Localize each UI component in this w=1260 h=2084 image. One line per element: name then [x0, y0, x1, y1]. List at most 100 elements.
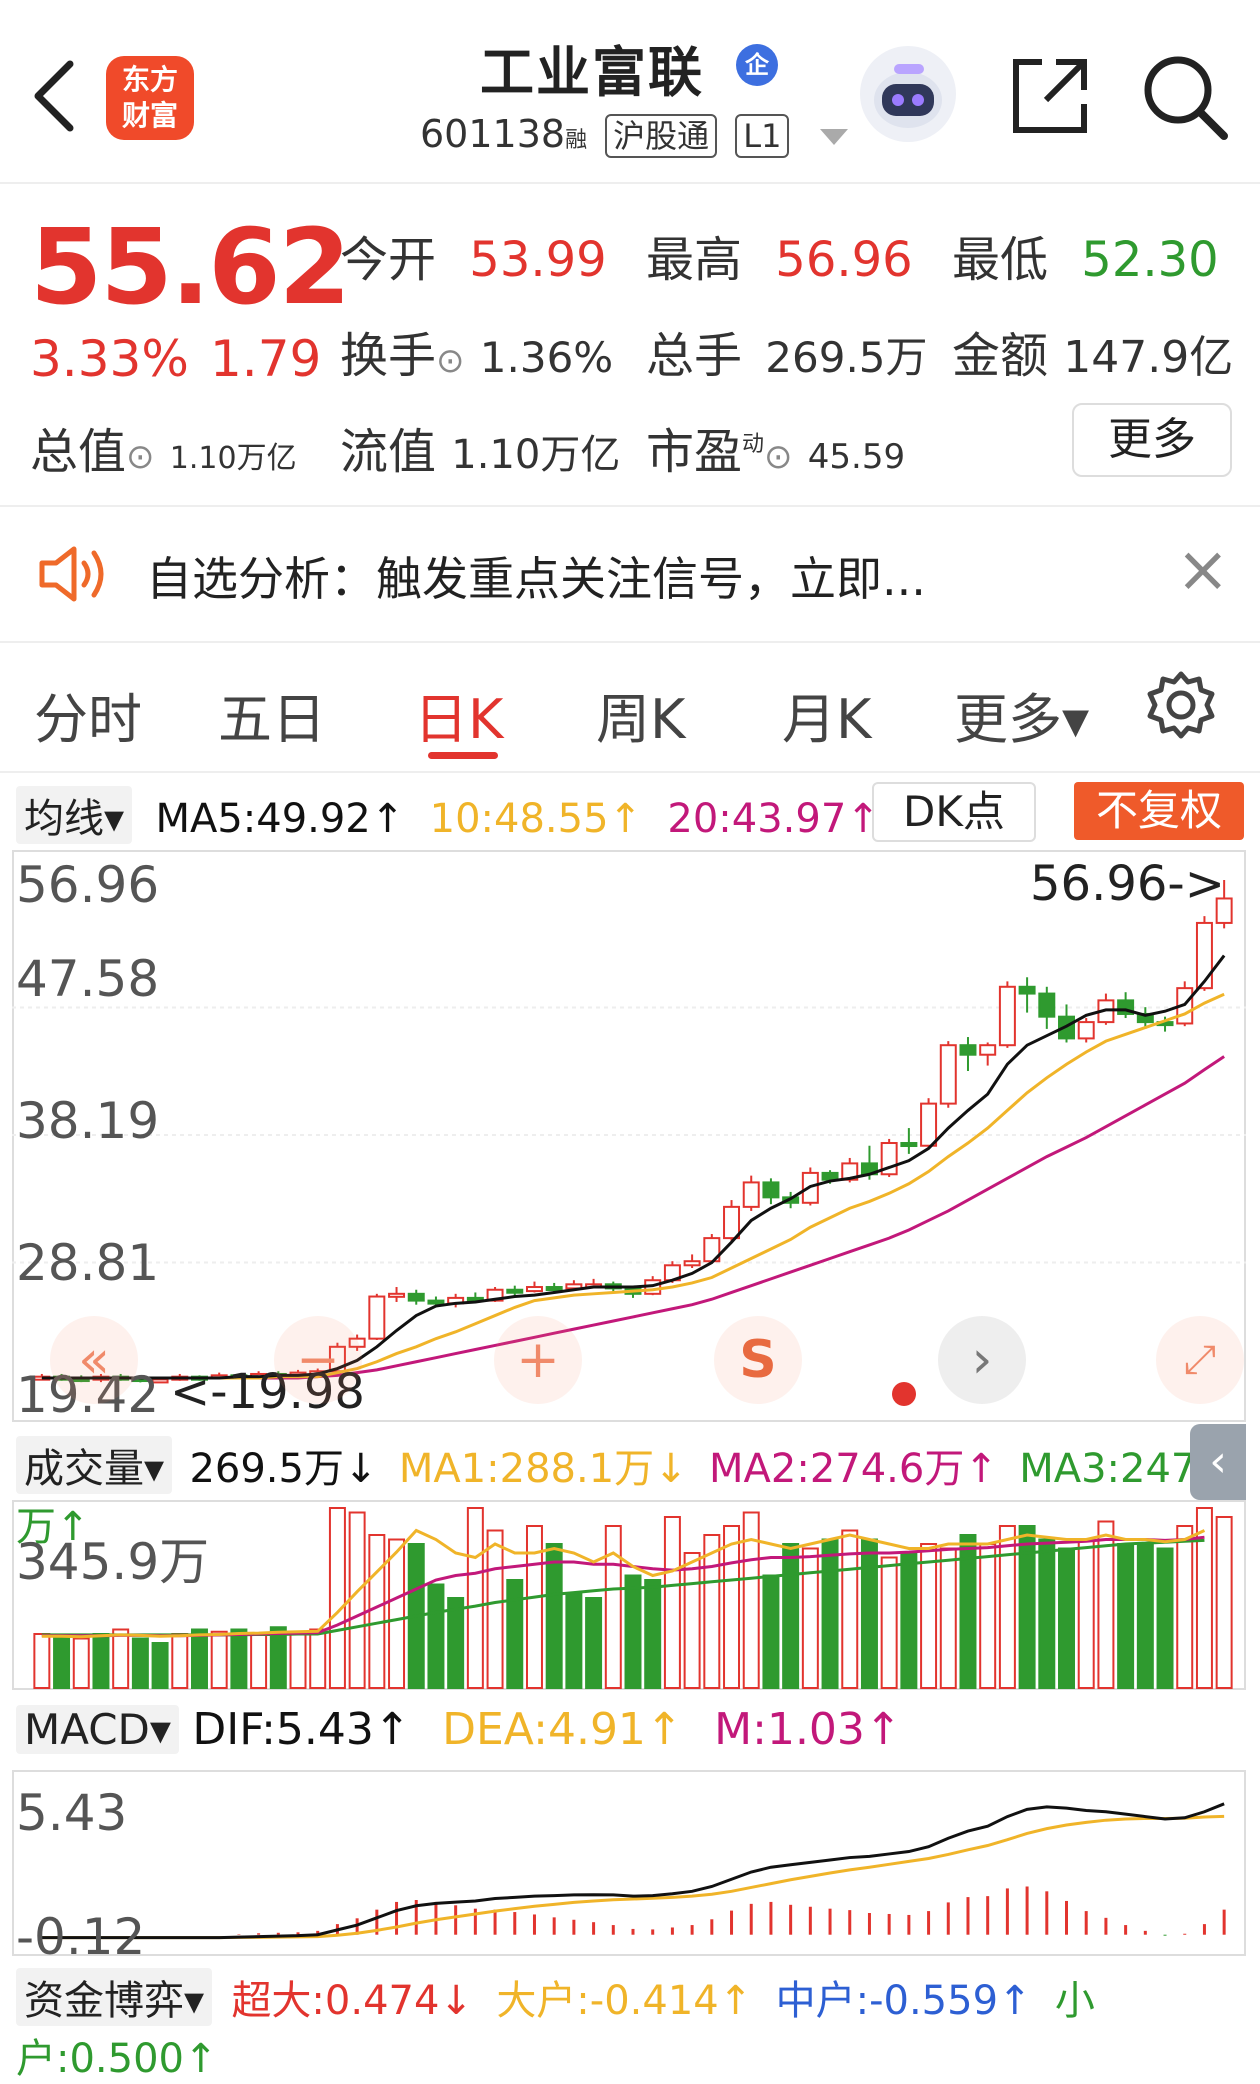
stock-code: 601138	[420, 112, 566, 156]
candle-body	[979, 1044, 997, 1056]
macd-select[interactable]: MACD▾	[16, 1705, 179, 1754]
tab-more[interactable]: 更多▾	[954, 675, 1089, 754]
macd-axis-bottom: -0.12	[16, 1908, 146, 1966]
enterprise-badge: 企	[736, 44, 778, 86]
pe-stat: 市盈动⊙ 45.59	[646, 412, 905, 482]
mktcap-stat: 总值⊙ 1.10万亿	[30, 412, 297, 482]
macd-indicator-bar: MACD▾ DIF:5.43↑ DEA:4.91↑ M:1.03↑	[16, 1704, 902, 1755]
volume-bar	[860, 1538, 878, 1689]
volume-bar	[1058, 1547, 1075, 1689]
open-label: 今开	[340, 232, 437, 288]
chevron-left-icon[interactable]	[30, 58, 80, 134]
turnover-label: 换手	[340, 328, 437, 384]
kline-chart[interactable]	[12, 850, 1246, 1422]
ma5-value: MA5:49.92↑	[155, 796, 405, 842]
collapse-panel-icon[interactable]: ‹	[1190, 1424, 1246, 1500]
robot-assistant-icon[interactable]	[858, 44, 958, 144]
volume-value: 269.5万	[765, 333, 928, 382]
volume-bar	[72, 1637, 90, 1689]
float-label: 流值	[340, 424, 437, 480]
rewind-icon[interactable]: «	[50, 1316, 138, 1404]
high-label: 最高	[646, 232, 743, 288]
info-icon[interactable]: ⊙	[436, 341, 465, 381]
candle-body	[959, 1044, 977, 1056]
amount-label: 金额	[952, 328, 1049, 384]
candle-body	[1195, 921, 1213, 990]
vol-ma1: MA1:288.1万↓	[398, 1446, 688, 1492]
turnover-value: 1.36%	[479, 333, 614, 382]
candle-body	[742, 1181, 760, 1208]
tab-daily-k[interactable]: 日K	[414, 675, 503, 754]
ma-bar: 均线▾ MA5:49.92↑ 10:48.55↑ 20:43.97↑	[16, 786, 880, 844]
chevron-right-icon[interactable]: ›	[938, 1316, 1026, 1404]
volume-bar	[1176, 1525, 1194, 1689]
margin-tag: 融	[565, 128, 588, 153]
candle-body	[762, 1181, 780, 1199]
caret-down-icon[interactable]	[818, 127, 850, 147]
fund-large: 大户:-0.414↑	[496, 1978, 753, 2024]
info-icon[interactable]: ⊙	[764, 437, 793, 477]
close-icon[interactable]: ×	[1176, 533, 1230, 607]
volume-bar	[33, 1633, 51, 1689]
high-marker: 56.96->	[1030, 856, 1225, 912]
volume-bar	[782, 1543, 800, 1689]
volume-bar	[920, 1543, 938, 1689]
candle-body	[388, 1292, 406, 1298]
volume-bar	[565, 1592, 583, 1689]
logo-line-2: 财富	[121, 99, 178, 132]
volume-select[interactable]: 成交量▾	[16, 1436, 173, 1494]
price-axis-tick: 56.96	[16, 856, 160, 914]
fund-select[interactable]: 资金博弈▾	[16, 1968, 213, 2026]
float-stat: 流值 1.10万亿	[340, 412, 620, 482]
notice-text[interactable]: 自选分析：触发重点关注信号，立即...	[146, 543, 926, 609]
mktcap-label: 总值	[30, 424, 127, 480]
notice-banner[interactable]: 自选分析：触发重点关注信号，立即... ×	[0, 505, 1260, 643]
app-logo: 东方 财富	[106, 56, 194, 140]
tab-intraday[interactable]: 分时	[34, 675, 142, 754]
volume-bar	[466, 1507, 484, 1689]
zoom-in-icon[interactable]: +	[494, 1316, 582, 1404]
tab-weekly-k[interactable]: 周K	[596, 675, 685, 754]
signal-icon[interactable]: S	[714, 1316, 802, 1404]
change-percent: 3.33%	[30, 330, 189, 388]
search-icon[interactable]	[1140, 52, 1230, 142]
volume-bar	[821, 1538, 839, 1689]
volume-value: 269.5万↓	[189, 1446, 378, 1492]
volume-bar	[762, 1574, 780, 1689]
share-icon[interactable]	[1010, 56, 1090, 136]
speaker-icon	[39, 546, 104, 602]
info-icon[interactable]: ⊙	[126, 437, 155, 477]
tab-monthly-k[interactable]: 月K	[782, 675, 871, 754]
macd-m: M:1.03↑	[714, 1704, 902, 1755]
volume-axis-tick: 345.9万	[16, 1533, 210, 1591]
volume-bar	[427, 1583, 445, 1689]
dk-point-button[interactable]: DK点	[872, 782, 1036, 842]
volume-bar	[131, 1637, 149, 1689]
more-stats-button[interactable]: 更多	[1072, 403, 1232, 477]
fullscreen-icon[interactable]: ⤢	[1156, 1316, 1244, 1404]
tab-five-day[interactable]: 五日	[218, 675, 326, 754]
pe-dynamic-mark: 动	[742, 432, 765, 457]
gear-icon[interactable]	[1146, 670, 1216, 740]
macd-axis-top: 5.43	[16, 1784, 128, 1842]
volume-bar	[1018, 1525, 1036, 1689]
volume-bar	[92, 1633, 110, 1689]
macd-chart[interactable]	[12, 1770, 1246, 1956]
candle-body	[407, 1292, 425, 1302]
float-value: 1.10万亿	[451, 432, 621, 478]
adjust-button[interactable]: 不复权	[1074, 782, 1244, 840]
candle-body	[920, 1102, 938, 1147]
volume-bar	[663, 1516, 681, 1689]
low-stat: 最低 52.30	[952, 220, 1219, 290]
pe-value: 45.59	[807, 437, 906, 477]
volume-bar	[53, 1635, 71, 1689]
zoom-out-icon[interactable]: −	[274, 1316, 362, 1404]
ma-select[interactable]: 均线▾	[16, 786, 133, 844]
volume-bar	[1117, 1543, 1135, 1689]
price-axis-tick: 28.81	[16, 1234, 160, 1292]
volume-bar	[112, 1628, 130, 1689]
open-stat: 今开 53.99	[340, 220, 607, 290]
volume-bar	[801, 1547, 819, 1689]
volume-bar	[979, 1543, 997, 1689]
volume-bar	[1136, 1543, 1154, 1689]
